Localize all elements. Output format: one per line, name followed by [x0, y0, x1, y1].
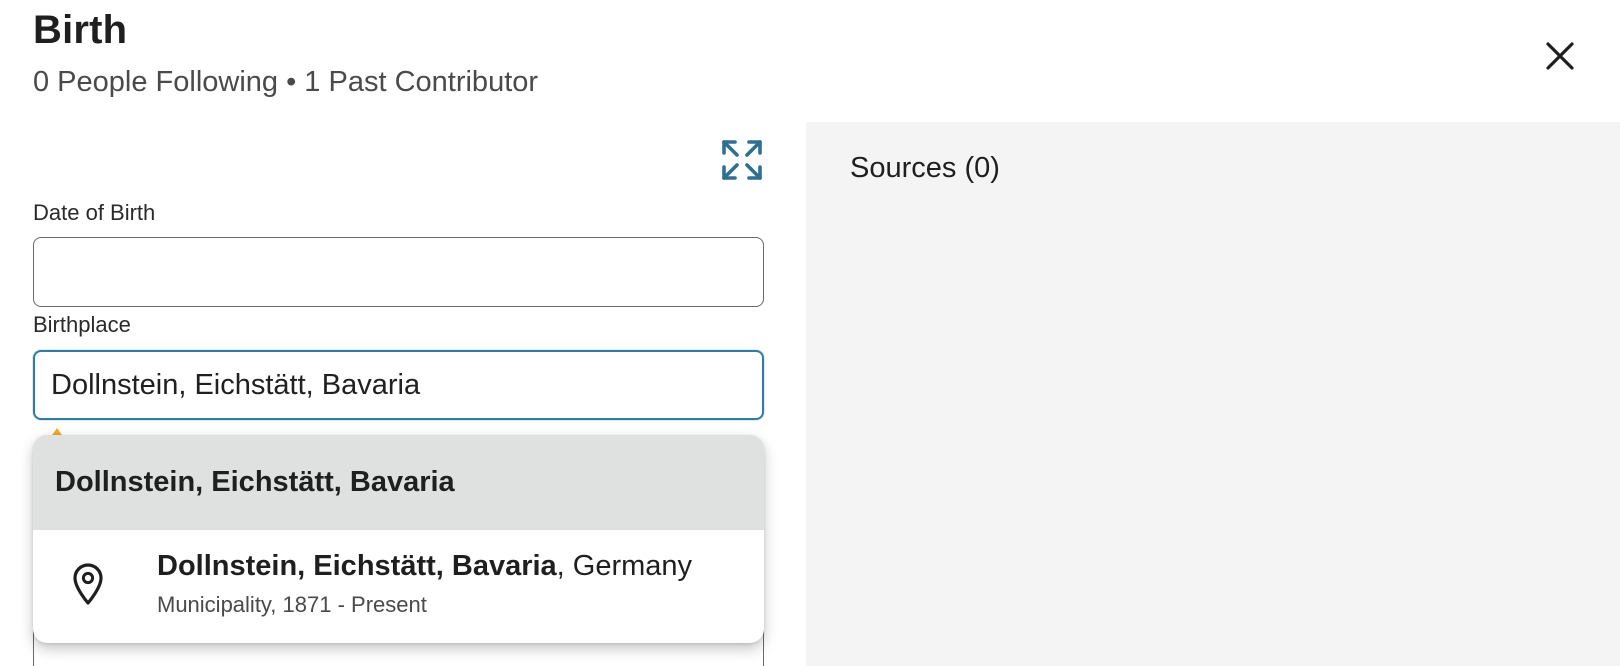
- close-button[interactable]: [1540, 36, 1580, 76]
- location-pin-icon: [73, 563, 103, 605]
- suggestion-place-name: Dollnstein, Eichstätt, Bavaria, Germany: [157, 550, 692, 583]
- followers-contributors-summary: 0 People Following • 1 Past Contributor: [33, 66, 539, 98]
- birthplace-label: Birthplace: [33, 312, 131, 337]
- birthplace-input[interactable]: [33, 350, 764, 420]
- expand-arrows-icon: [722, 140, 762, 180]
- birth-dialog: Birth 0 People Following • 1 Past Contri…: [0, 0, 1620, 666]
- expand-button[interactable]: [720, 138, 764, 182]
- place-suggestions-dropdown: Dollnstein, Eichstätt, Bavaria Dollnstei…: [33, 435, 764, 643]
- place-suggestion-item[interactable]: Dollnstein, Eichstätt, Bavaria, Germany …: [33, 530, 764, 643]
- date-of-birth-label: Date of Birth: [33, 200, 156, 225]
- suggestion-match-text: Dollnstein, Eichstätt, Bavaria: [157, 550, 557, 582]
- page-title: Birth: [33, 8, 128, 52]
- date-of-birth-input[interactable]: [33, 237, 764, 307]
- sources-panel: Sources (0): [806, 122, 1620, 666]
- suggestion-rest-text: , Germany: [556, 550, 693, 582]
- typed-place-option[interactable]: Dollnstein, Eichstätt, Bavaria: [33, 435, 764, 530]
- close-icon: [1546, 42, 1574, 70]
- suggestion-place-detail: Municipality, 1871 - Present: [157, 592, 427, 617]
- sources-title: Sources (0): [850, 152, 1000, 184]
